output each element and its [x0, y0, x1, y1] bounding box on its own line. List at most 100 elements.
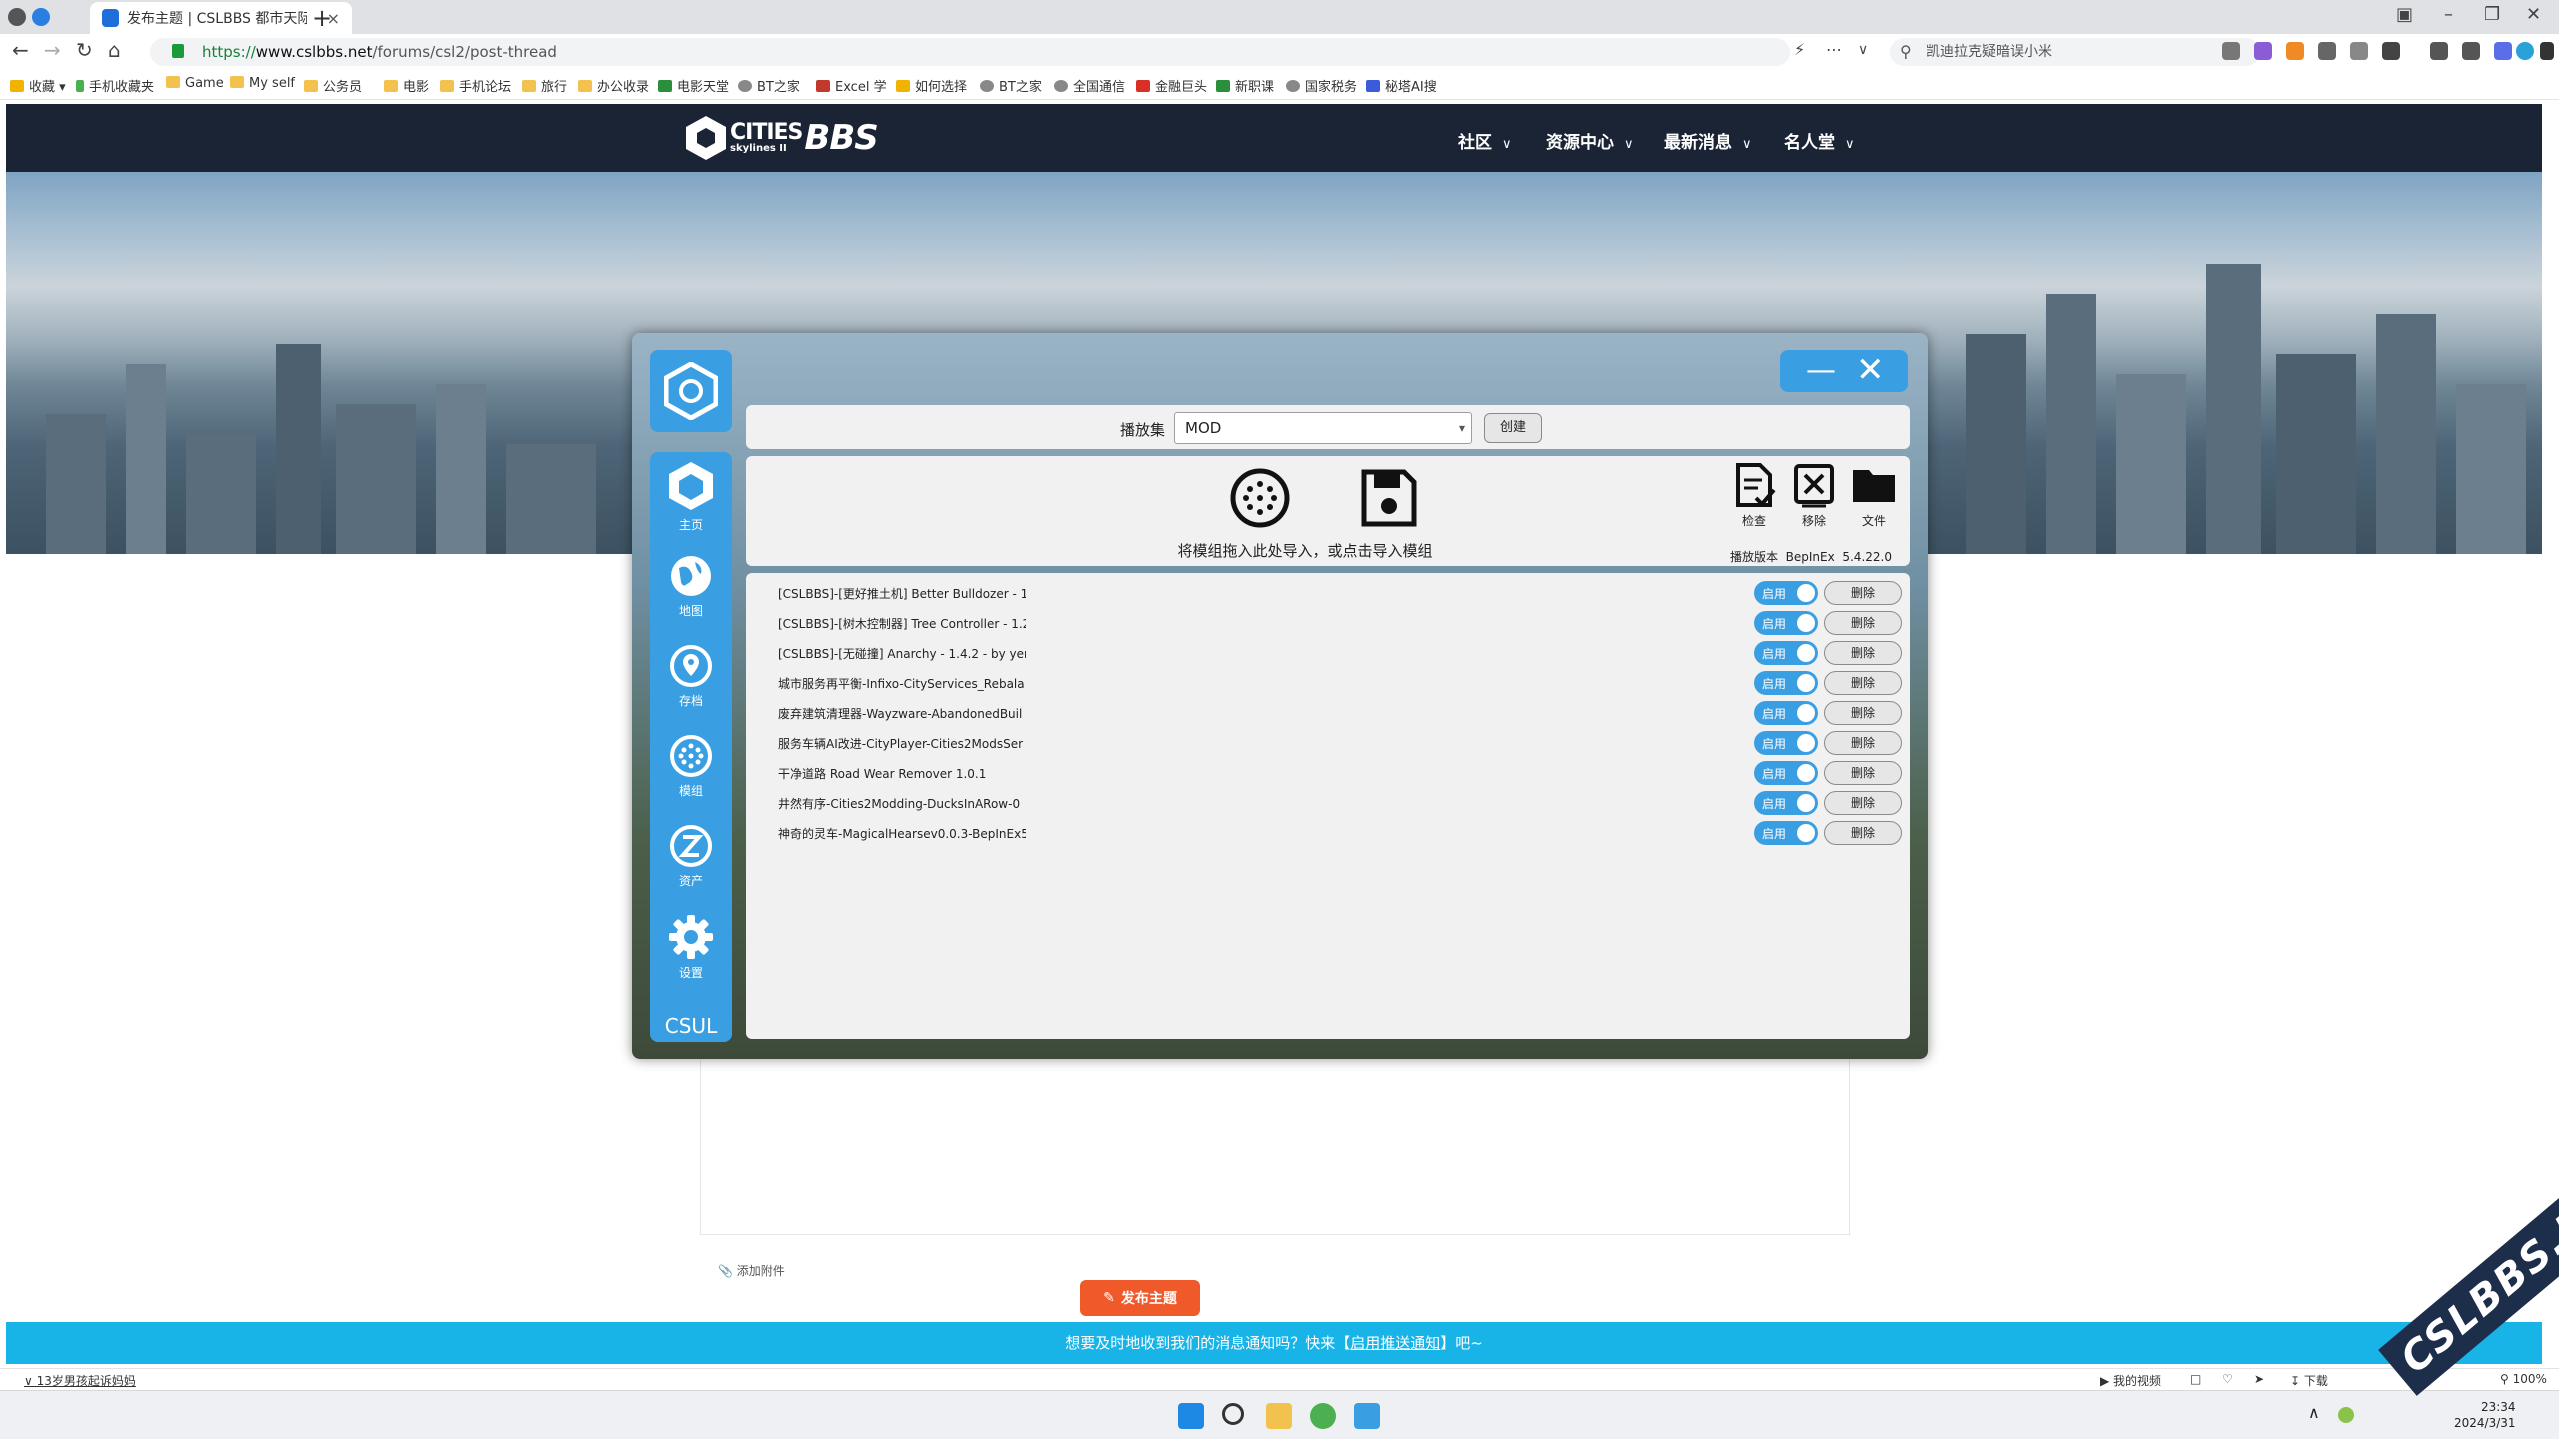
bookmark-item[interactable]: BT之家	[980, 76, 1042, 95]
csul-taskbar-icon[interactable]	[1354, 1403, 1380, 1429]
nav-news[interactable]: 最新消息 ∨	[1664, 128, 1752, 153]
system-clock[interactable]: 23:34 2024/3/31	[2454, 1399, 2516, 1431]
download-icon[interactable]	[2430, 42, 2448, 60]
home-icon[interactable]: ⌂	[108, 38, 121, 62]
restore-window-icon[interactable]: ❐	[2484, 4, 2500, 25]
bookmark-item[interactable]: 办公收录	[578, 76, 649, 95]
puzzle-icon[interactable]	[2382, 42, 2400, 60]
edge-icon[interactable]	[2516, 42, 2534, 60]
post-editor-area[interactable]	[700, 1060, 1850, 1235]
delete-button[interactable]: 删除	[1824, 611, 1902, 635]
enable-toggle[interactable]: 启用	[1754, 761, 1818, 785]
sidebar-item-saves[interactable]: 存档	[650, 644, 732, 709]
delete-button[interactable]: 删除	[1824, 761, 1902, 785]
sidebar-item-settings[interactable]: 设置	[650, 914, 732, 981]
bookmark-item[interactable]: 收藏 ▾	[10, 76, 66, 95]
bookmark-item[interactable]: 电影	[384, 76, 429, 95]
more-options-icon[interactable]: ⋯	[1826, 40, 1842, 59]
app-logo-tile[interactable]	[650, 350, 732, 432]
bookmark-item[interactable]: Excel 学	[816, 76, 887, 95]
news-ticker[interactable]: ∨ 13岁男孩起诉妈妈	[24, 1372, 136, 1389]
url-field[interactable]: https://www.cslbbs.net/forums/csl2/post-…	[150, 38, 1790, 66]
ai-assistant-icon[interactable]	[2494, 42, 2512, 60]
enable-toggle[interactable]: 启用	[1754, 701, 1818, 725]
playset-select[interactable]: MOD ▾	[1174, 412, 1472, 444]
sidebar-item-maps[interactable]: 地图	[650, 554, 732, 619]
download-button[interactable]: ↧ 下载	[2290, 1372, 2328, 1389]
bookmark-item[interactable]: Game	[166, 76, 224, 91]
bookmark-item[interactable]: 手机收藏夹	[76, 76, 154, 95]
sidebar-item-mods[interactable]: 模组	[650, 734, 732, 799]
enable-toggle[interactable]: 启用	[1754, 671, 1818, 695]
scissors-icon[interactable]	[2222, 42, 2240, 60]
forward-icon[interactable]: →	[44, 38, 61, 62]
delete-button[interactable]: 删除	[1824, 701, 1902, 725]
app-close-icon[interactable]: ✕	[1856, 352, 1885, 388]
site-logo[interactable]: CITIES skylines II BBS	[686, 116, 879, 160]
back-icon[interactable]: ←	[12, 38, 29, 62]
bookmark-item[interactable]: My self	[230, 76, 295, 91]
post-thread-button[interactable]: ✎ 发布主题	[1080, 1280, 1200, 1316]
sidebar-item-home[interactable]: 主页	[650, 460, 732, 533]
reload-icon[interactable]: ↻	[76, 38, 93, 62]
bookmark-item[interactable]: 秘塔AI搜	[1366, 76, 1437, 95]
bookmark-item[interactable]: 新职课	[1216, 76, 1274, 95]
save-file-icon[interactable]	[1358, 468, 1418, 528]
bookmark-item[interactable]: 电影天堂	[658, 76, 729, 95]
my-video-button[interactable]: ▶ 我的视频	[2100, 1372, 2161, 1389]
bookmark-item[interactable]: 手机论坛	[440, 76, 511, 95]
extension-purple-icon[interactable]	[2254, 42, 2272, 60]
create-playset-button[interactable]: 创建	[1484, 413, 1542, 443]
enable-toggle[interactable]: 启用	[1754, 581, 1818, 605]
file-explorer-icon[interactable]	[1266, 1403, 1292, 1429]
app-minimize-icon[interactable]: —	[1806, 353, 1836, 389]
bookmark-item[interactable]: 全国通信	[1054, 76, 1125, 95]
nav-resources[interactable]: 资源中心 ∨	[1546, 128, 1634, 153]
bookmark-item[interactable]: 金融巨头	[1136, 76, 1207, 95]
bookmark-item[interactable]: 国家税务	[1286, 76, 1357, 95]
zoom-level[interactable]: ⚲ 100%	[2500, 1372, 2547, 1386]
enable-toggle[interactable]: 启用	[1754, 791, 1818, 815]
heart-icon[interactable]: ♡	[2222, 1372, 2233, 1386]
mod-import-icon[interactable]	[1228, 468, 1292, 528]
screenshot-icon[interactable]	[2318, 42, 2336, 60]
lightning-icon[interactable]: ⚡	[1794, 40, 1805, 59]
browser-shield-icon[interactable]	[32, 8, 50, 26]
remove-button[interactable]: 移除	[1788, 462, 1840, 529]
nav-hall-of-fame[interactable]: 名人堂 ∨	[1784, 128, 1855, 153]
bookmark-item[interactable]: 旅行	[522, 76, 567, 95]
check-button[interactable]: 检查	[1728, 462, 1780, 529]
tray-chevron-icon[interactable]: ∧	[2308, 1403, 2320, 1429]
files-button[interactable]: 文件	[1848, 462, 1900, 529]
enable-toggle[interactable]: 启用	[1754, 821, 1818, 845]
minimize-window-icon[interactable]: –	[2444, 4, 2453, 25]
delete-button[interactable]: 删除	[1824, 581, 1902, 605]
enable-toggle[interactable]: 启用	[1754, 611, 1818, 635]
close-window-icon[interactable]: ✕	[2526, 4, 2541, 25]
pin-window-icon[interactable]: ▣	[2396, 4, 2413, 25]
delete-button[interactable]: 删除	[1824, 671, 1902, 695]
delete-button[interactable]: 删除	[1824, 641, 1902, 665]
extension-orange-icon[interactable]	[2286, 42, 2304, 60]
enable-toggle[interactable]: 启用	[1754, 641, 1818, 665]
search-icon[interactable]	[1222, 1403, 1244, 1425]
shield-status-icon[interactable]: □	[2190, 1372, 2201, 1386]
browser-taskbar-icon[interactable]	[1310, 1403, 1336, 1429]
menu-icon[interactable]	[2540, 42, 2554, 60]
search-input[interactable]: ⚲ 凯迪拉克疑暗误小米	[1890, 38, 2260, 66]
attach-file-link[interactable]: 📎 添加附件	[718, 1262, 785, 1279]
windows-start-icon[interactable]	[1178, 1403, 1204, 1429]
delete-button[interactable]: 删除	[1824, 821, 1902, 845]
bookmark-item[interactable]: BT之家	[738, 76, 800, 95]
tray-app-icon[interactable]	[2338, 1407, 2354, 1423]
delete-button[interactable]: 删除	[1824, 791, 1902, 815]
delete-button[interactable]: 删除	[1824, 731, 1902, 755]
bookmark-item[interactable]: 公务员	[304, 76, 362, 95]
enable-push-link[interactable]: 启用推送通知	[1350, 1334, 1440, 1352]
bookmark-item[interactable]: 如何选择	[896, 76, 967, 95]
undo-icon[interactable]	[2462, 42, 2480, 60]
nav-community[interactable]: 社区 ∨	[1458, 128, 1512, 153]
enable-toggle[interactable]: 启用	[1754, 731, 1818, 755]
sidebar-item-assets[interactable]: 资产	[650, 824, 732, 889]
profile-avatar-icon[interactable]	[8, 8, 26, 26]
